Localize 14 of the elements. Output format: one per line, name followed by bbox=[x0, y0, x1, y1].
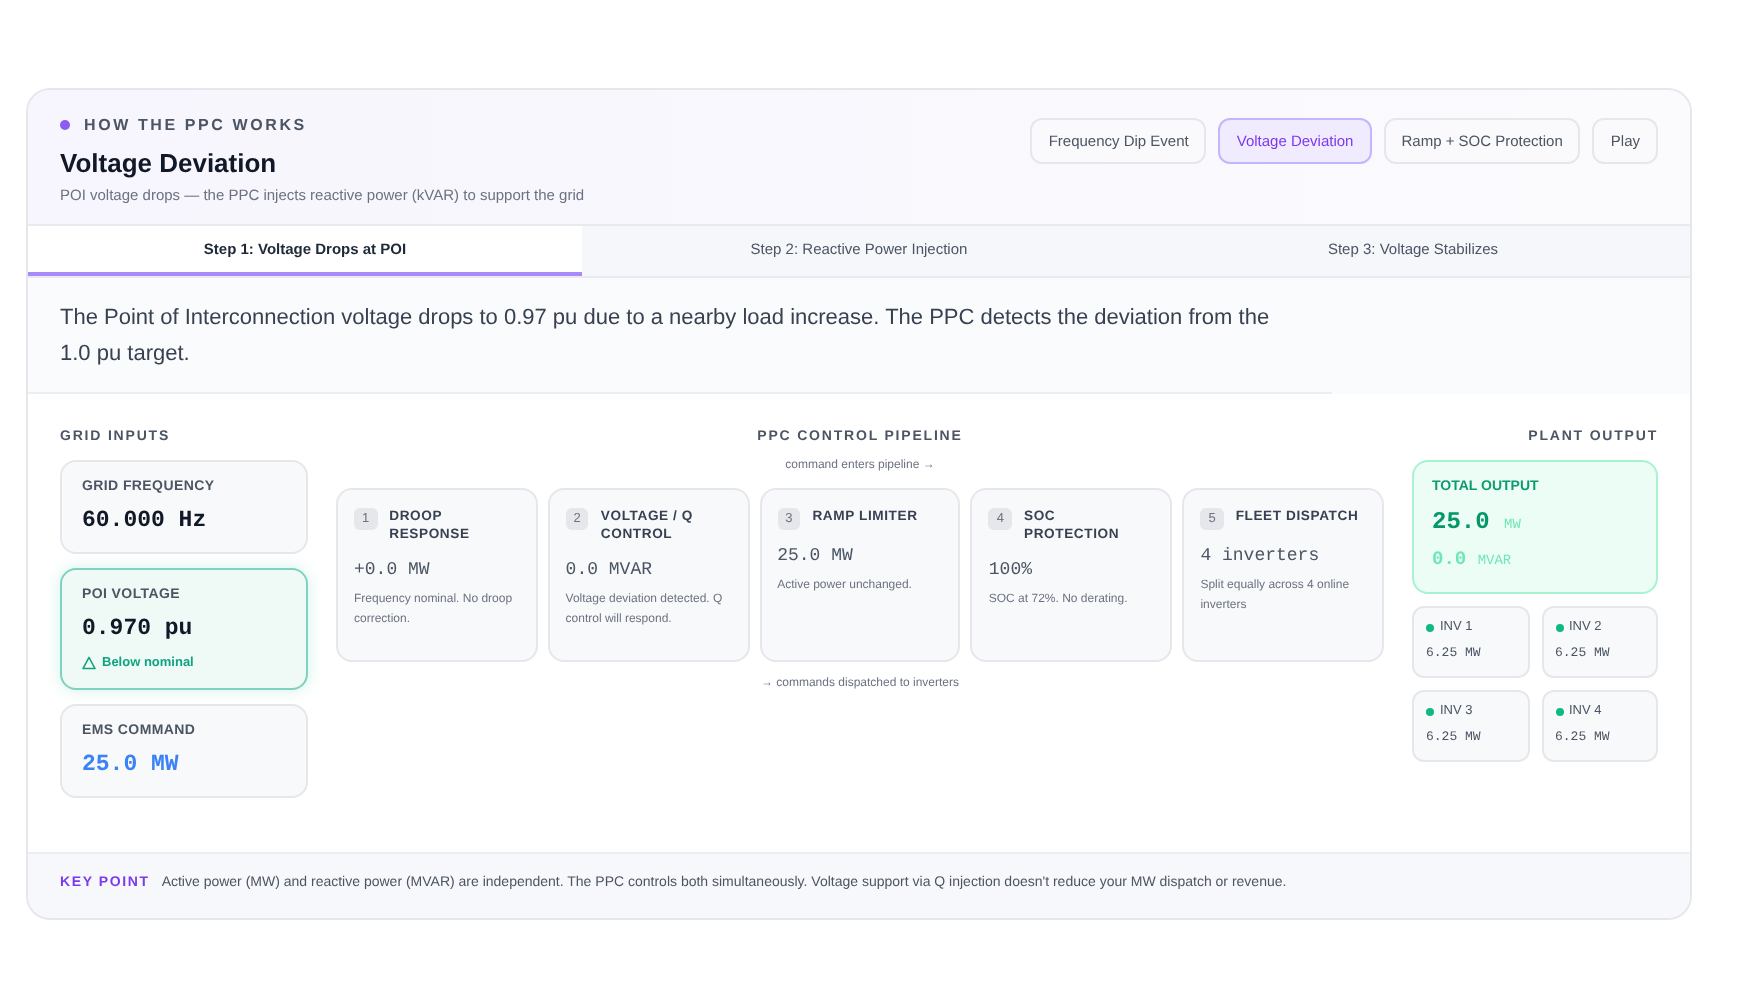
stage-value: 100% bbox=[988, 560, 1034, 580]
stage-value: 0.0 MVAR bbox=[565, 560, 655, 580]
stage-value: 4 inverters bbox=[1200, 546, 1322, 566]
mw-value: 25.0 bbox=[1432, 508, 1490, 536]
input-value: 25.0 MW bbox=[82, 752, 181, 778]
input-value: 60.000 Hz bbox=[82, 508, 209, 534]
mvar-value: 0.0 bbox=[1432, 548, 1467, 570]
stage-value: +0.0 MW bbox=[354, 560, 432, 580]
stage-value: 25.0 MW bbox=[777, 546, 855, 566]
warning-icon bbox=[82, 656, 96, 670]
bullet-icon bbox=[60, 119, 70, 129]
input-value: 0.970 pu bbox=[82, 616, 195, 642]
panel-title: Voltage Deviation bbox=[60, 147, 279, 177]
eyebrow-label: HOW THE PPC WORKS bbox=[84, 115, 307, 133]
